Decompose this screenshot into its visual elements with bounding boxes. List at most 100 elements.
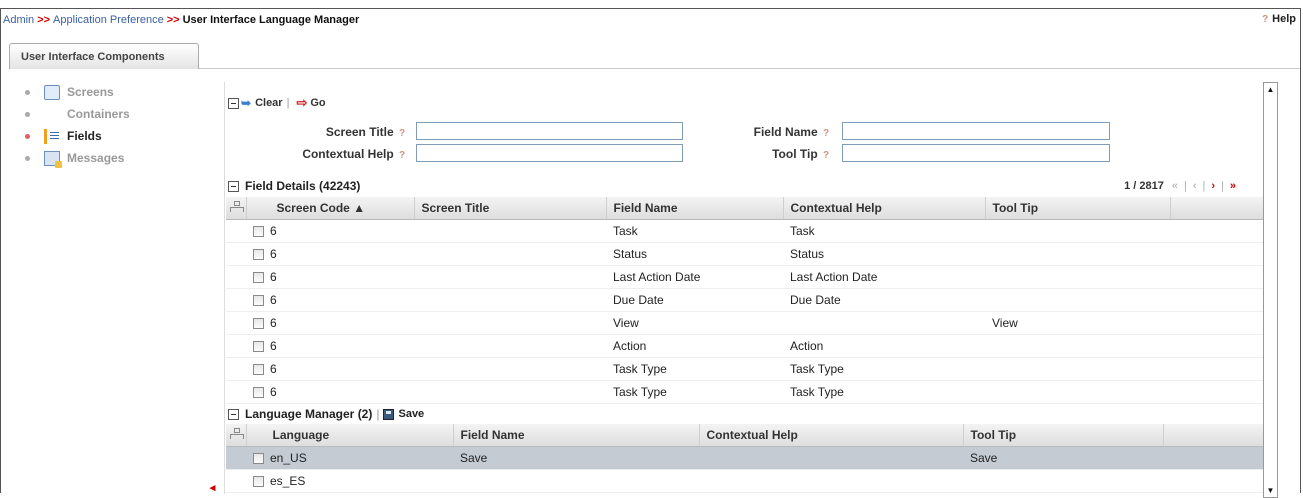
collapse-panel-icon[interactable]: ◂	[206, 482, 219, 495]
cell-screen-code: 6	[246, 242, 414, 266]
help-label: Help	[1272, 13, 1296, 25]
col-screen-title[interactable]: Screen Title	[414, 197, 607, 220]
tool-tip-input[interactable]	[842, 144, 1110, 162]
table-row[interactable]: 6 Due Date Due Date	[226, 288, 1263, 312]
field-name-input[interactable]	[842, 122, 1110, 140]
row-checkbox[interactable]	[253, 386, 264, 398]
clear-button[interactable]: ➥ Clear	[241, 96, 283, 110]
messages-icon	[44, 150, 62, 168]
row-spacer	[226, 219, 246, 243]
column-chooser[interactable]	[226, 197, 247, 220]
search-toolbar: ➥ Clear | ⇨ Go	[228, 95, 326, 111]
scroll-up-icon[interactable]: ▲	[1264, 83, 1277, 96]
cell-contextual-help: Due Date	[783, 288, 985, 312]
question-icon[interactable]: ?	[397, 128, 407, 139]
bullet-icon	[25, 111, 30, 117]
row-spacer	[226, 242, 246, 266]
vertical-scrollbar[interactable]: ▲ ▼	[1263, 82, 1278, 498]
cell-field-name	[453, 469, 699, 493]
first-page-icon[interactable]: «	[1172, 180, 1178, 192]
language-manager-title: Language Manager (2)	[245, 407, 373, 421]
cell-contextual-help: Task Type	[783, 380, 985, 404]
table-row[interactable]: 6 Last Action Date Last Action Date	[226, 265, 1263, 289]
tab-user-interface-components[interactable]: User Interface Components	[9, 43, 199, 69]
pager-separator: |	[1221, 180, 1224, 192]
pager-separator: |	[1183, 180, 1187, 192]
table-row[interactable]: 6 View View	[226, 311, 1263, 335]
cell-contextual-help	[699, 469, 963, 493]
row-spacer	[226, 446, 246, 470]
column-chooser[interactable]	[226, 424, 247, 447]
row-checkbox[interactable]	[253, 271, 264, 283]
cell-filler	[1170, 380, 1263, 404]
screen-code-value: 6	[270, 315, 277, 330]
question-icon[interactable]: ?	[821, 128, 831, 139]
cell-tool-tip	[963, 469, 1163, 493]
cell-screen-code: 6	[246, 219, 414, 243]
cell-contextual-help	[783, 311, 985, 335]
col-tool-tip[interactable]: Tool Tip	[963, 424, 1164, 447]
row-checkbox[interactable]	[253, 294, 264, 306]
collapse-language-manager-icon[interactable]	[228, 408, 239, 420]
col-language[interactable]: Language	[246, 424, 454, 447]
collapse-field-details-icon[interactable]	[228, 180, 239, 192]
contextual-help-input[interactable]	[416, 144, 683, 162]
col-field-name[interactable]: Field Name	[606, 197, 784, 220]
prev-page-icon[interactable]: ‹	[1193, 180, 1197, 192]
scroll-down-icon[interactable]: ▼	[1264, 484, 1277, 497]
table-row[interactable]: en_US Save Save	[226, 446, 1263, 470]
row-checkbox[interactable]	[253, 452, 264, 464]
last-page-icon[interactable]: »	[1230, 180, 1236, 192]
row-checkbox[interactable]	[253, 340, 264, 352]
screens-icon	[44, 84, 60, 100]
row-spacer	[226, 469, 246, 493]
question-icon[interactable]: ?	[821, 150, 831, 161]
help-icon: ?	[1262, 14, 1269, 25]
breadcrumb-application-preference[interactable]: Application Preference	[53, 14, 164, 26]
row-checkbox[interactable]	[253, 248, 264, 260]
column-chooser-icon	[229, 427, 244, 439]
nav-item-containers[interactable]: Containers	[25, 103, 205, 125]
table-row[interactable]: es_ES	[226, 469, 1263, 493]
table-row[interactable]: 6 Status Status	[226, 242, 1263, 266]
table-row[interactable]: 6 Action Action	[226, 334, 1263, 358]
table-row[interactable]: 6 Task Type Task Type	[226, 380, 1263, 404]
screen-title-input[interactable]	[416, 122, 683, 140]
row-checkbox[interactable]	[253, 475, 264, 487]
top-bar: Admin >> Application Preference >> User Inte…	[1, 9, 1300, 29]
row-spacer	[226, 311, 246, 335]
col-field-name[interactable]: Field Name	[453, 424, 700, 447]
nav-item-fields[interactable]: Fields	[25, 125, 205, 147]
breadcrumb-current: User Interface Language Manager	[182, 14, 360, 26]
nav-item-messages[interactable]: Messages	[25, 147, 205, 169]
help-link[interactable]: ? Help	[1260, 13, 1296, 25]
next-page-icon[interactable]: ›	[1211, 180, 1215, 192]
go-button[interactable]: ⇨ Go	[293, 95, 325, 111]
col-tool-tip[interactable]: Tool Tip	[985, 197, 1171, 220]
language-value: es_ES	[270, 473, 306, 488]
screen-code-value: 6	[270, 384, 277, 399]
col-contextual-help[interactable]: Contextual Help	[783, 197, 986, 220]
col-filler	[1163, 424, 1264, 447]
row-checkbox[interactable]	[253, 317, 264, 329]
table-row[interactable]: 6 Task Task	[226, 219, 1263, 243]
row-checkbox[interactable]	[253, 225, 264, 237]
row-checkbox[interactable]	[253, 363, 264, 375]
cell-field-name: Save	[453, 446, 699, 470]
cell-contextual-help: Task Type	[783, 357, 985, 381]
col-contextual-help[interactable]: Contextual Help	[699, 424, 964, 447]
table-row[interactable]: 6 Task Type Task Type	[226, 357, 1263, 381]
breadcrumb-admin[interactable]: Admin	[3, 14, 34, 26]
contextual-help-label: Contextual Help ?	[265, 147, 409, 161]
nav-item-screens[interactable]: Screens	[25, 81, 205, 103]
field-details-title: Field Details (42243)	[245, 179, 361, 193]
row-spacer	[226, 357, 246, 381]
collapse-search-icon[interactable]	[228, 97, 239, 109]
cell-contextual-help	[699, 446, 963, 470]
question-icon[interactable]: ?	[397, 150, 407, 161]
cell-screen-code: 6	[246, 311, 414, 335]
col-screen-code[interactable]: Screen Code ▲	[246, 197, 415, 220]
save-button[interactable]: Save	[383, 408, 424, 420]
cell-field-name: Last Action Date	[606, 265, 783, 289]
cell-contextual-help: Last Action Date	[783, 265, 985, 289]
